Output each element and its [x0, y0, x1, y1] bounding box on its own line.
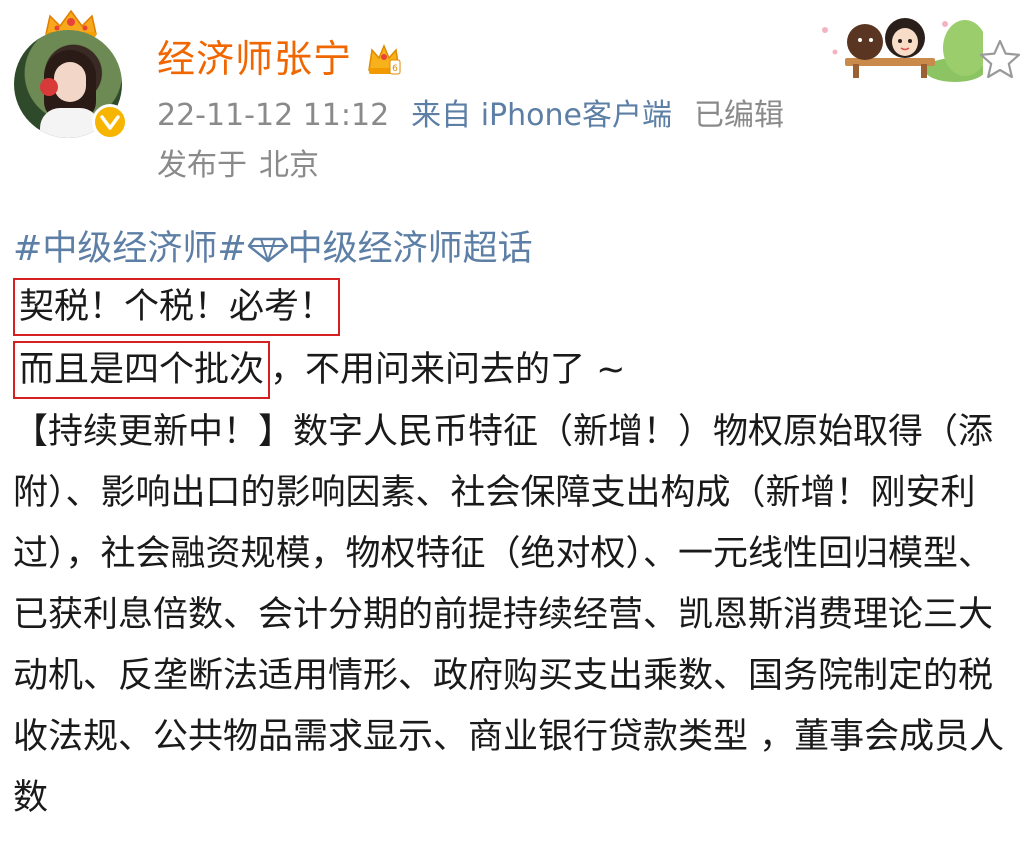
star-outline-icon[interactable] [978, 38, 1022, 82]
location-city: 北京 [259, 148, 319, 183]
diamond-icon[interactable] [246, 234, 290, 264]
post-content: #中级经济师# 中级经济师超话 契税！个税！必考！ 而且是四个批次 ，不用问来问去… [13, 222, 1018, 829]
post-source[interactable]: 来自 iPhone客户端 [411, 98, 672, 133]
content-line-1: 契税！个税！必考！ [13, 276, 1018, 339]
hashtag-link[interactable]: #中级经济师# [13, 222, 247, 276]
content-line-2: 而且是四个批次 ，不用问来问去的了 ~ [13, 339, 1018, 402]
avatar-container[interactable] [14, 8, 128, 140]
post-meta: 22-11-12 11:12 来自 iPhone客户端 已编辑 [157, 98, 806, 134]
post-time[interactable]: 22-11-12 11:12 [157, 98, 389, 133]
topic-row: #中级经济师# 中级经济师超话 [13, 222, 1018, 276]
supertopic-link[interactable]: 中级经济师超话 [288, 222, 533, 276]
author-name[interactable]: 经济师张宁 [157, 40, 352, 78]
post-location: 发布于 北京 [157, 148, 319, 184]
verified-badge-icon [92, 104, 128, 140]
post-header: 经济师张宁 6 22-11-12 11:12 来自 iPhone客户端 已编辑 发布… [0, 0, 1023, 200]
content-line-2-rest: ，不用问来问去的了 ~ [270, 350, 626, 390]
highlighted-text-2: 而且是四个批次 [13, 341, 271, 399]
svg-text:6: 6 [392, 64, 398, 74]
cartoon-couple-icon [822, 18, 983, 82]
edited-label[interactable]: 已编辑 [694, 98, 784, 133]
highlighted-text-1: 契税！个税！必考！ [13, 278, 341, 336]
content-paragraph: 【持续更新中！】数字人民币特征（新增！）物权原始取得（添附）、影响出口的影响因素… [13, 412, 1005, 818]
location-label: 发布于 [157, 148, 247, 183]
vip-crown-icon[interactable]: 6 [366, 42, 402, 76]
author-row: 经济师张宁 6 [157, 34, 402, 84]
